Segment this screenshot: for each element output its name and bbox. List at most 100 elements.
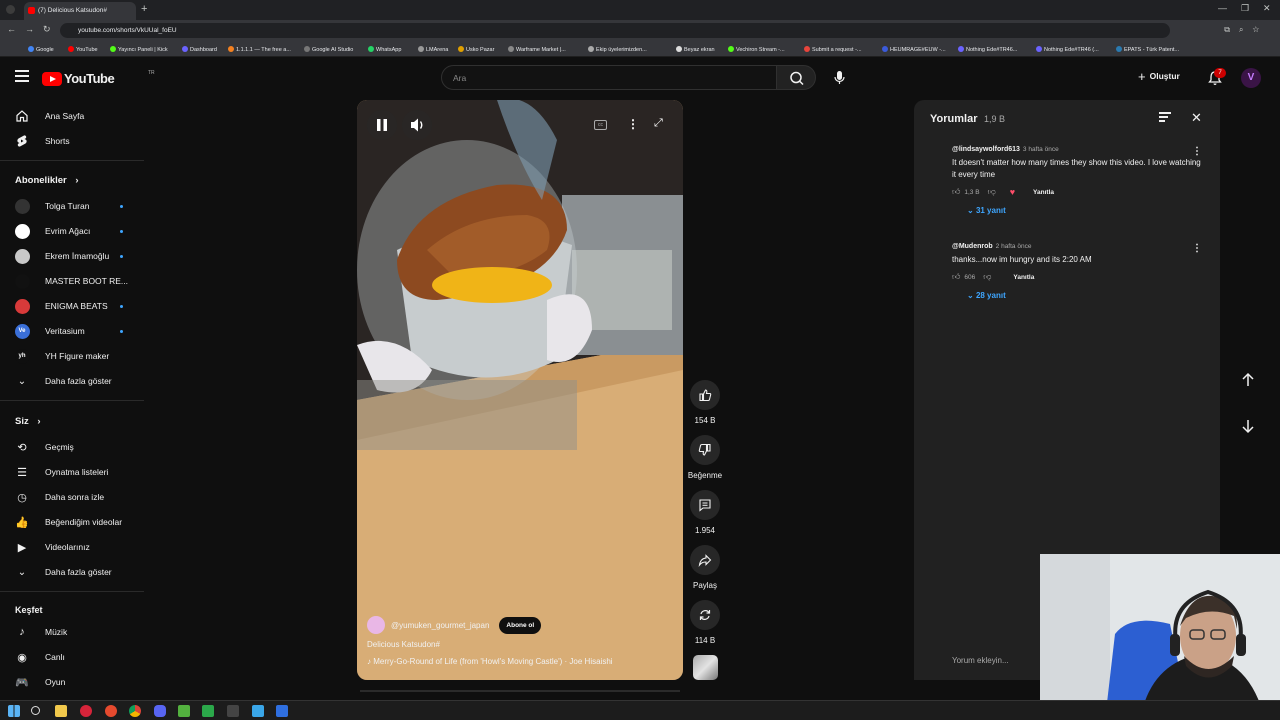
add-comment-input[interactable]: Yorum ekleyin...	[952, 656, 1009, 665]
app-icon[interactable]	[178, 705, 190, 717]
sidebar-item-shorts[interactable]: Shorts	[14, 131, 70, 151]
bookmark-item[interactable]: Google	[28, 46, 54, 53]
opera-icon[interactable]	[80, 705, 92, 717]
bookmark-item[interactable]: Google AI Studio	[304, 46, 353, 53]
bookmark-item[interactable]: Nothing Ede#TR46...	[958, 46, 1017, 53]
maximize-icon[interactable]: ❐	[1241, 3, 1249, 14]
sidebar-channel[interactable]: Evrim Ağacı	[14, 221, 90, 241]
search-input[interactable]: Ara	[441, 65, 777, 90]
previous-video-button[interactable]	[1236, 368, 1260, 392]
discord-icon[interactable]	[154, 705, 166, 717]
menu-icon[interactable]	[15, 70, 29, 82]
new-tab-icon[interactable]: +	[141, 3, 147, 15]
show-more-subscriptions[interactable]: ⌄ Daha fazla göster	[14, 371, 112, 391]
chrome-icon[interactable]	[129, 705, 141, 717]
sidebar-channel[interactable]: Ve Veritasium	[14, 321, 85, 341]
bookmark-item[interactable]: Ekip üyelerimizden...	[588, 46, 647, 53]
reply-button[interactable]: Yanıtla	[1013, 274, 1034, 281]
sidebar-item-you[interactable]: 👍 Beğendiğim videolar	[14, 512, 122, 532]
thumbs-down-icon[interactable]: 👎︎	[983, 272, 991, 282]
bookmark-item[interactable]: LMArena	[418, 46, 448, 53]
sidebar-item-explore[interactable]: 🎮 Oyun	[14, 672, 65, 692]
taskbar-search-icon[interactable]	[31, 706, 40, 715]
voice-search-button[interactable]	[827, 65, 852, 90]
comments-action[interactable]: 1.954	[686, 490, 724, 535]
address-bar[interactable]: youtube.com/shorts/VkUUal_foEU	[60, 23, 1170, 38]
create-button[interactable]: + Oluştur	[1138, 69, 1180, 84]
dislike-action[interactable]: Beğenme	[686, 435, 724, 480]
remix-action[interactable]: 114 B	[686, 600, 724, 645]
bookmark-item[interactable]: Dashboard	[182, 46, 217, 53]
bookmark-item[interactable]: 1.1.1.1 — The free a...	[228, 46, 291, 53]
video-title[interactable]: Delicious Katsudon#	[367, 640, 673, 649]
sidebar-item-you[interactable]: ⟲ Geçmiş	[14, 437, 73, 457]
comment-more-icon[interactable]: ⋮	[1192, 146, 1202, 157]
app-icon[interactable]	[252, 705, 264, 717]
sound-thumbnail[interactable]	[693, 655, 718, 680]
app-icon[interactable]	[227, 705, 239, 717]
comment-author[interactable]: @Mudenrob	[952, 243, 993, 250]
sidebar-item-you[interactable]: ☰ Oynatma listeleri	[14, 462, 108, 482]
sidebar-channel[interactable]: yh YH Figure maker	[14, 346, 109, 366]
minimize-icon[interactable]: —	[1218, 3, 1227, 13]
forward-icon[interactable]: →	[25, 24, 34, 34]
account-avatar[interactable]: V	[1241, 68, 1261, 88]
sidebar-channel[interactable]: ENIGMA BEATS	[14, 296, 108, 316]
thumbs-up-icon[interactable]: 👍︎	[952, 272, 960, 282]
shorts-video-player[interactable]: cc ⋮ ⤢ @yumuken_gourmet_japan Abone ol D…	[357, 100, 683, 680]
subscriptions-heading[interactable]: Abonelikler ›	[15, 175, 79, 186]
close-comments-icon[interactable]: ✕	[1191, 110, 1202, 126]
bookmark-item[interactable]: Submit a request -...	[804, 46, 862, 53]
thumbs-up-icon[interactable]: 👍︎	[952, 187, 960, 197]
fullscreen-icon[interactable]: ⤢	[654, 117, 663, 130]
file-explorer-icon[interactable]	[55, 705, 67, 717]
bookmark-item[interactable]: Usko Pazar	[458, 46, 494, 53]
sort-icon[interactable]	[1159, 112, 1171, 122]
bookmark-item[interactable]: Beyaz ekran	[676, 46, 715, 53]
sidebar-item-home[interactable]: Ana Sayfa	[14, 106, 84, 126]
thumbs-down-icon[interactable]: 👎︎	[988, 187, 996, 197]
you-heading[interactable]: Siz ›	[15, 416, 41, 427]
bookmark-item[interactable]: Warframe Market |...	[508, 46, 566, 53]
subscribe-button[interactable]: Abone ol	[499, 616, 542, 634]
sidebar-channel[interactable]: MASTER BOOT RE...	[14, 271, 128, 291]
address-bar-icons[interactable]: ⧉⌕☆	[1224, 25, 1268, 35]
captions-icon[interactable]: cc	[594, 120, 607, 130]
bookmark-item[interactable]: WhatsApp	[368, 46, 401, 53]
reply-button[interactable]: Yanıtla	[1033, 189, 1054, 196]
pause-button[interactable]	[367, 110, 397, 140]
bookmark-item[interactable]: Nothing Ede#TR46 (...	[1036, 46, 1099, 53]
more-options-icon[interactable]: ⋮	[627, 117, 639, 131]
windows-start-icon[interactable]	[8, 705, 20, 717]
show-more-you[interactable]: ⌄ Daha fazla göster	[14, 562, 112, 582]
sidebar-item-explore[interactable]: ◉ Canlı	[14, 647, 65, 667]
view-replies-button[interactable]: ⌄ 28 yanıt	[967, 291, 1202, 300]
comment-more-icon[interactable]: ⋮	[1192, 243, 1202, 254]
channel-name[interactable]: @yumuken_gourmet_japan	[391, 621, 489, 630]
sidebar-item-you[interactable]: ◷ Daha sonra izle	[14, 487, 104, 507]
video-music[interactable]: Merry-Go-Round of Life (from 'Howl's Mov…	[373, 657, 612, 666]
sidebar-item-you[interactable]: ▶ Videolarınız	[14, 537, 90, 557]
volume-button[interactable]	[402, 110, 432, 140]
bookmark-item[interactable]: EPATS - Türk Patent...	[1116, 46, 1179, 53]
share-action[interactable]: Paylaş	[686, 545, 724, 590]
back-icon[interactable]: ←	[7, 24, 16, 34]
search-button[interactable]	[776, 65, 816, 90]
view-replies-button[interactable]: ⌄ 31 yanıt	[967, 206, 1202, 215]
reload-icon[interactable]: ↻	[43, 24, 51, 35]
comment-author[interactable]: @lindsaywolford613	[952, 146, 1020, 153]
tab-search-icon[interactable]	[6, 5, 15, 14]
next-video-button[interactable]	[1236, 414, 1260, 438]
sidebar-channel[interactable]: Tolga Turan	[14, 196, 89, 216]
bookmark-item[interactable]: Vechiron Stream -...	[728, 46, 785, 53]
app-icon[interactable]	[202, 705, 214, 717]
app-icon[interactable]	[276, 705, 288, 717]
youtube-logo[interactable]: YouTube TR	[42, 70, 155, 88]
bookmark-item[interactable]: HEUMRAGE#EUW -...	[882, 46, 946, 53]
channel-avatar[interactable]	[367, 616, 385, 634]
close-window-icon[interactable]: ✕	[1263, 3, 1271, 14]
like-action[interactable]: 154 B	[686, 380, 724, 425]
sidebar-item-explore[interactable]: ♪ Müzik	[14, 622, 67, 642]
sidebar-channel[interactable]: Ekrem İmamoğlu	[14, 246, 109, 266]
app-icon[interactable]	[105, 705, 117, 717]
